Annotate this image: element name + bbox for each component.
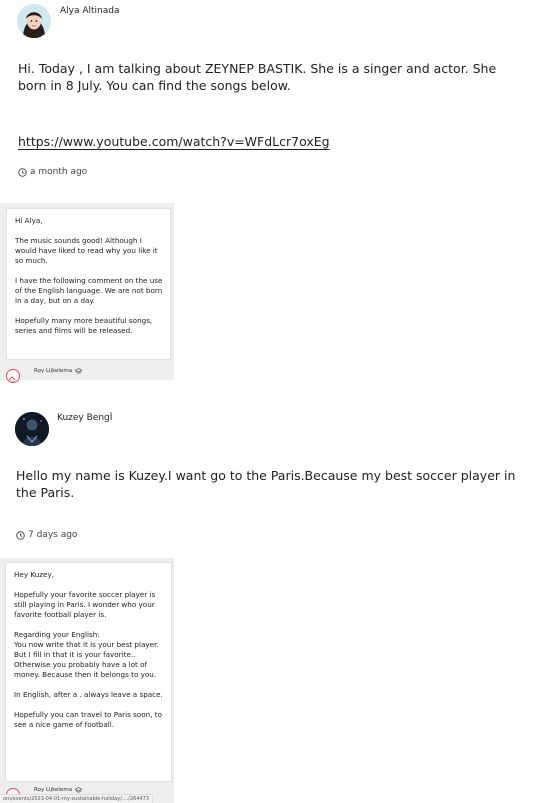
- reply-panel: Hi Alya, The music sounds good! Although…: [0, 203, 174, 383]
- youtube-link[interactable]: https://www.youtube.com/watch?v=WFdLcr7o…: [18, 134, 330, 149]
- reply-paragraph: In English, after a . always leave a spa…: [14, 690, 163, 699]
- graduation-cap-icon: [75, 787, 83, 793]
- reply-paragraph: Regarding your English: You now write th…: [14, 630, 159, 679]
- author-name[interactable]: Kuzey Bengİ: [57, 413, 112, 423]
- author-avatar[interactable]: [17, 4, 51, 38]
- reply-author: Roy Lijkelema: [34, 368, 83, 374]
- reply-paragraph: The music sounds good! Although I would …: [15, 236, 158, 265]
- clock-icon: [16, 530, 25, 540]
- post-2: Kuzey Bengİ Hello my name is Kuzey.I wan…: [0, 400, 540, 803]
- author-name[interactable]: Alya Altinada: [60, 6, 120, 16]
- post-text: Hello my name is Kuzey.I want go to the …: [16, 468, 516, 500]
- reply-paragraph: Hi Alya,: [15, 216, 43, 225]
- reply-panel: Hey Kuzey, Hopefully your favorite socce…: [0, 558, 174, 803]
- clock-icon: [18, 167, 27, 177]
- graduation-cap-icon: [75, 368, 83, 374]
- timestamp-text: a month ago: [30, 167, 88, 177]
- reply-paragraph: Hey Kuzey,: [14, 570, 55, 579]
- reply-author-name[interactable]: Roy Lijkelema: [34, 787, 72, 793]
- post-timestamp: 7 days ago: [16, 530, 77, 540]
- reply-card: Hey Kuzey, Hopefully your favorite socce…: [5, 562, 172, 782]
- post-text: Hi. Today , I am talking about ZEYNEP BA…: [18, 61, 497, 93]
- reply-author-name[interactable]: Roy Lijkelema: [34, 368, 72, 374]
- reply-paragraph: I have the following comment on the use …: [15, 276, 163, 305]
- timestamp-text: 7 days ago: [28, 530, 78, 540]
- reply-paragraph: Hopefully you can travel to Paris soon, …: [14, 710, 163, 729]
- reply-paragraph: Hopefully your favorite soccer player is…: [14, 590, 156, 619]
- author-avatar[interactable]: [15, 412, 49, 446]
- status-bar-url: om/events/2023-04-01-my-sustainable-holi…: [0, 794, 154, 803]
- reply-author-avatar[interactable]: [6, 369, 20, 383]
- reply-paragraph: Hopefully many more beautiful songs, ser…: [15, 316, 153, 335]
- reply-author: Roy Lijkelema: [34, 787, 83, 793]
- reply-card: Hi Alya, The music sounds good! Although…: [6, 208, 171, 360]
- post-timestamp: a month ago: [18, 167, 87, 177]
- post-1: Alya Altinada Hi. Today , I am talking a…: [0, 0, 540, 383]
